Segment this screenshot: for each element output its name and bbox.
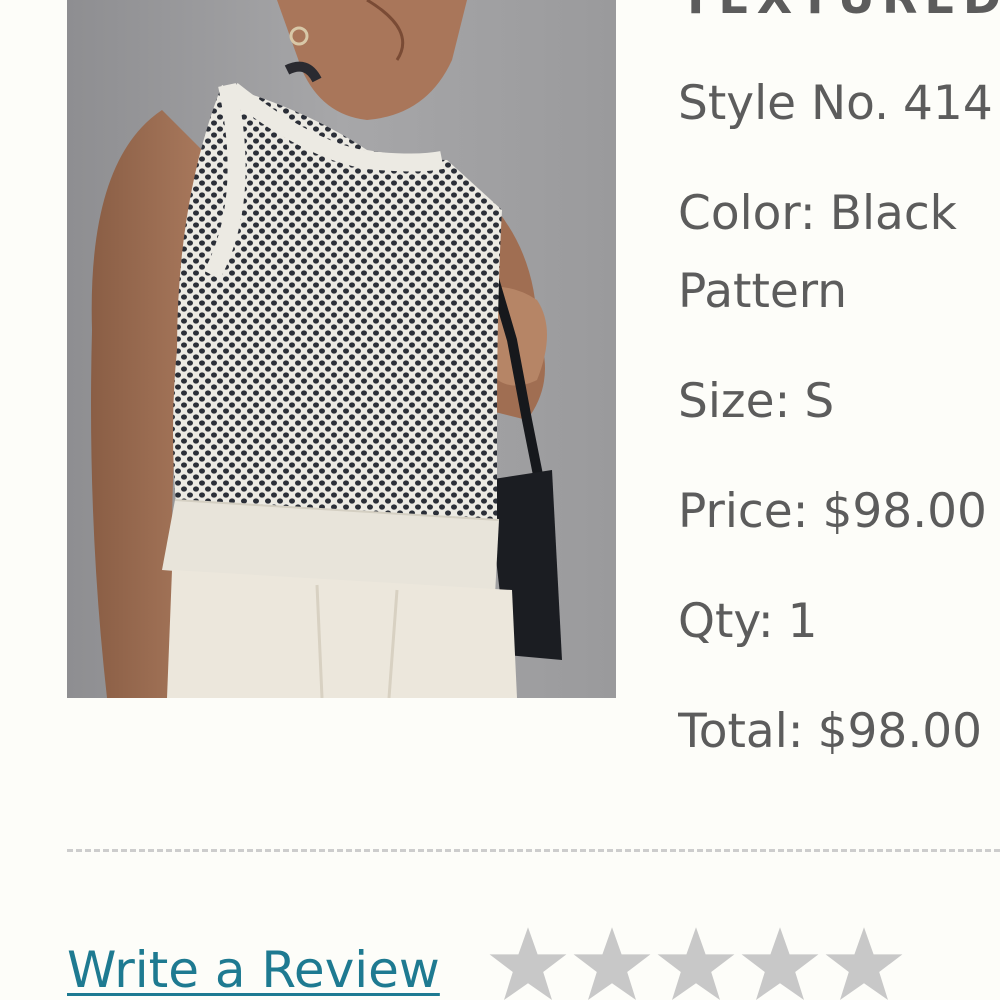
color-value: Black <box>829 186 957 241</box>
price-row: Price: $98.00 <box>678 488 987 535</box>
style-number-value: 414 <box>903 76 993 131</box>
color-label: Color: <box>678 186 816 241</box>
quantity-label: Qty: <box>678 594 774 649</box>
star-icon[interactable] <box>824 924 904 1000</box>
product-title: TEXTURED <box>680 0 1000 20</box>
star-icon[interactable] <box>740 924 820 1000</box>
total-row: Total: $98.00 <box>678 708 982 755</box>
color-value-continued: Pattern <box>678 264 848 319</box>
size-value: S <box>804 374 835 429</box>
style-number-label: Style No. <box>678 76 890 131</box>
section-divider <box>67 849 1000 852</box>
write-review-link[interactable]: Write a Review <box>67 940 440 1000</box>
quantity-row: Qty: 1 <box>678 598 818 645</box>
size-row: Size: S <box>678 378 834 425</box>
star-icon[interactable] <box>656 924 736 1000</box>
price-label: Price: <box>678 484 809 539</box>
color-row: Color: Black <box>678 190 957 237</box>
total-label: Total: <box>678 704 804 759</box>
star-icon[interactable] <box>488 924 568 1000</box>
product-photo-knit-vest <box>67 0 616 698</box>
star-icon[interactable] <box>572 924 652 1000</box>
rating-stars[interactable] <box>488 924 904 1000</box>
product-details: TEXTURED Style No.414 Color:Black Patter… <box>678 0 1000 760</box>
quantity-value: 1 <box>787 594 818 649</box>
product-image[interactable] <box>67 0 616 698</box>
price-value: $98.00 <box>822 484 987 539</box>
style-number-row: Style No. 414 <box>678 80 993 127</box>
size-label: Size: <box>678 374 791 429</box>
product-review-page: TEXTURED Style No.414 Color:Black Patter… <box>0 0 1000 1000</box>
total-value: $98.00 <box>817 704 983 759</box>
